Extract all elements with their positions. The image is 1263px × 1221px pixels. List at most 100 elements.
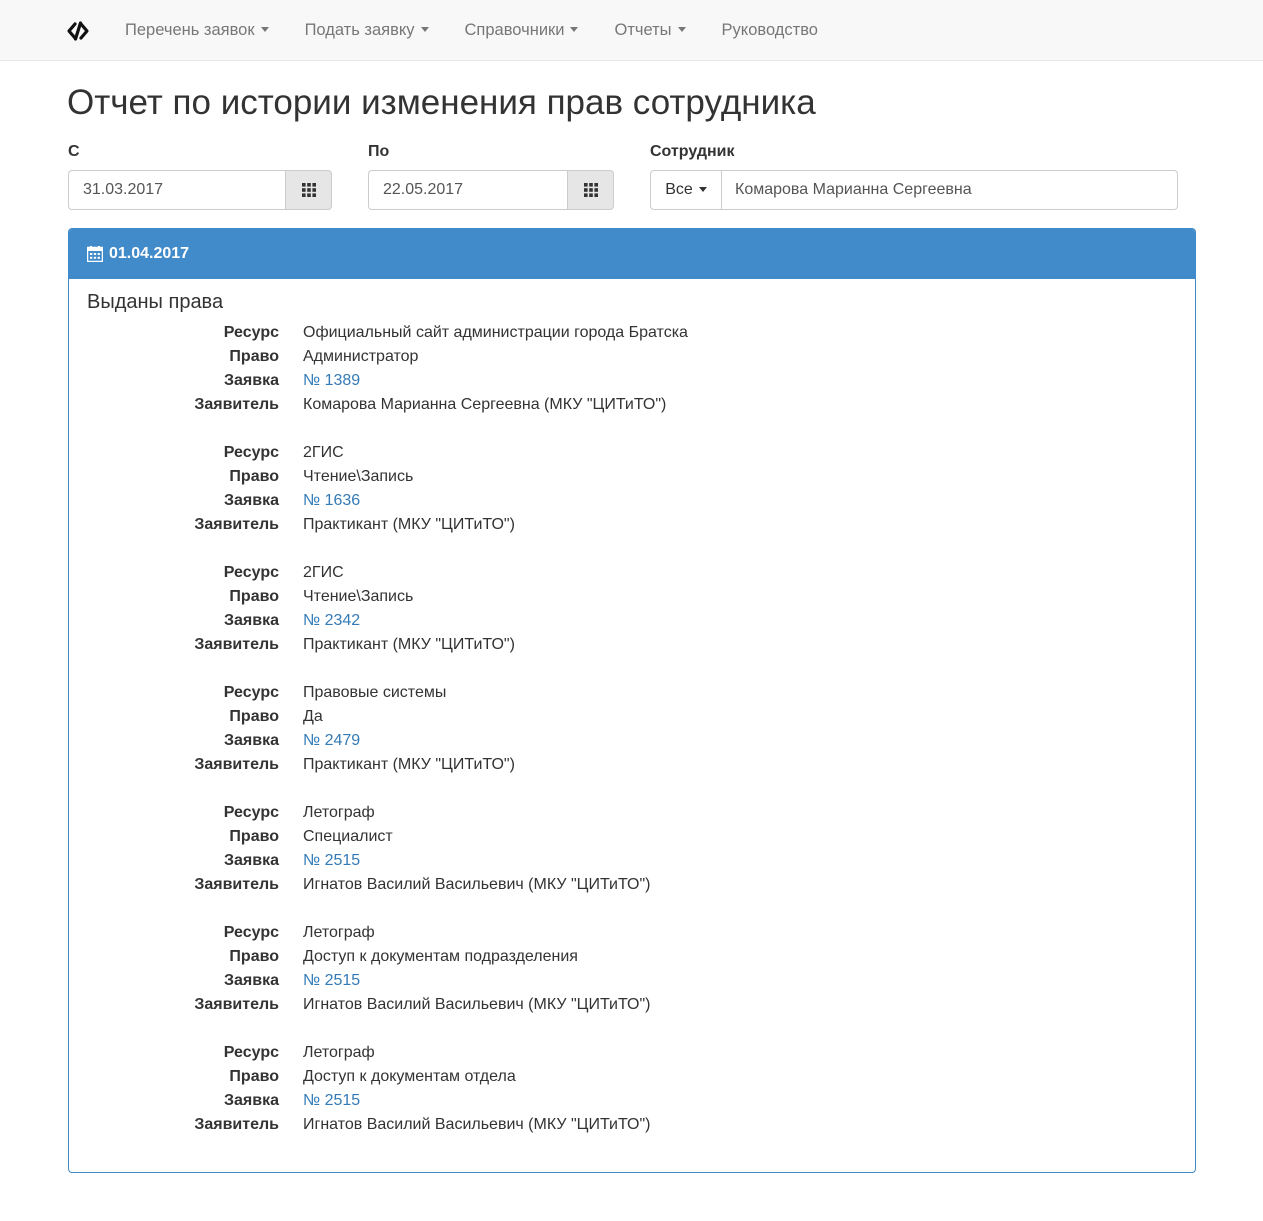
applicant-label: Заявитель — [194, 876, 279, 893]
calendar-grid-icon — [583, 183, 598, 197]
record-row-applicant: Заявитель Практикант (МКУ "ЦИТиТО") — [69, 753, 1195, 777]
right-value: Администратор — [303, 348, 419, 365]
record-row-applicant: Заявитель Комарова Марианна Сергеевна (МК… — [69, 393, 1195, 417]
caret-down-icon — [570, 27, 579, 33]
grant-record: Ресурс Летограф Право Специалист Заявка № 251… — [69, 801, 1195, 897]
applicant-value: Практикант (МКУ "ЦИТиТО") — [303, 516, 515, 533]
page-title: Отчет по истории изменения прав сотрудни… — [67, 83, 816, 122]
right-label: Право — [229, 828, 279, 845]
resource-label: Ресурс — [223, 324, 279, 341]
resource-value: Официальный сайт администрации города Бр… — [303, 324, 688, 341]
employee-scope-dropdown[interactable]: Все — [650, 170, 722, 210]
applicant-value: Игнатов Василий Васильевич (МКУ "ЦИТиТО"… — [303, 876, 651, 893]
resource-label: Ресурс — [223, 1044, 279, 1061]
request-link[interactable]: № 1389 — [303, 369, 360, 393]
to-date-input[interactable] — [368, 170, 567, 210]
record-row-request: Заявка № 2515 — [69, 1089, 1195, 1113]
record-row-request: Заявка № 1389 — [69, 369, 1195, 393]
right-label: Право — [229, 588, 279, 605]
record-row-resource: Ресурс Летограф — [69, 1041, 1195, 1065]
resource-label: Ресурс — [223, 804, 279, 821]
applicant-value: Практикант (МКУ "ЦИТиТО") — [303, 756, 515, 773]
request-link[interactable]: № 1636 — [303, 489, 360, 513]
record-row-resource: Ресурс Летограф — [69, 921, 1195, 945]
request-label: Заявка — [224, 612, 279, 629]
caret-down-icon — [260, 27, 269, 33]
panel-date: 01.04.2017 — [109, 245, 190, 262]
resource-value: 2ГИС — [303, 444, 344, 461]
nav-item-submit-request[interactable]: Подать заявку — [287, 0, 447, 60]
applicant-value: Игнатов Василий Васильевич (МКУ "ЦИТиТО"… — [303, 996, 651, 1013]
record-row-resource: Ресурс 2ГИС — [69, 441, 1195, 465]
from-date-picker-button[interactable] — [285, 170, 332, 210]
record-row-right: Право Чтение\Запись — [69, 465, 1195, 489]
request-label: Заявка — [224, 1092, 279, 1109]
from-date-group — [68, 170, 332, 210]
grant-record: Ресурс 2ГИС Право Чтение\Запись Заявка № 1636… — [69, 441, 1195, 537]
nav-item-label: Перечень заявок — [125, 21, 255, 39]
caret-down-icon — [420, 27, 429, 33]
record-row-request: Заявка № 2515 — [69, 969, 1195, 993]
record-row-resource: Ресурс Летограф — [69, 801, 1195, 825]
record-row-applicant: Заявитель Практикант (МКУ "ЦИТиТО") — [69, 633, 1195, 657]
nav-item-label: Отчеты — [614, 21, 672, 39]
resource-value: Летограф — [303, 1044, 375, 1061]
report-panel: 01.04.2017 Выданы права Ресурс Официальны… — [68, 228, 1196, 1173]
request-link[interactable]: № 2515 — [303, 969, 360, 993]
records-list: Ресурс Официальный сайт администрации гор… — [69, 321, 1195, 1161]
right-label: Право — [229, 468, 279, 485]
applicant-label: Заявитель — [194, 1116, 279, 1133]
record-row-applicant: Заявитель Игнатов Василий Васильевич (МКУ… — [69, 1113, 1195, 1137]
record-row-applicant: Заявитель Практикант (МКУ "ЦИТиТО") — [69, 513, 1195, 537]
request-link[interactable]: № 2479 — [303, 729, 360, 753]
from-date-input[interactable] — [68, 170, 285, 210]
right-value: Да — [303, 708, 323, 725]
nav-item-manual[interactable]: Руководство — [704, 0, 836, 60]
employee-group: Все — [650, 170, 1178, 210]
right-label: Право — [229, 1068, 279, 1085]
request-label: Заявка — [224, 972, 279, 989]
applicant-value: Практикант (МКУ "ЦИТиТО") — [303, 636, 515, 653]
record-row-request: Заявка № 2342 — [69, 609, 1195, 633]
request-label: Заявка — [224, 852, 279, 869]
logo-icon[interactable] — [66, 21, 90, 41]
record-row-request: Заявка № 2515 — [69, 849, 1195, 873]
grant-record: Ресурс Правовые системы Право Да Заявка № 247… — [69, 681, 1195, 777]
nav-item-label: Подать заявку — [304, 21, 415, 39]
nav-item-requests-list[interactable]: Перечень заявок — [107, 0, 287, 60]
employee-scope-label: Все — [665, 181, 693, 198]
applicant-label: Заявитель — [194, 996, 279, 1013]
to-date-group — [368, 170, 614, 210]
resource-value: Летограф — [303, 804, 375, 821]
caret-down-icon — [677, 27, 686, 33]
request-link[interactable]: № 2342 — [303, 609, 360, 633]
from-date-label: С — [68, 143, 80, 160]
record-row-right: Право Доступ к документам подразделения — [69, 945, 1195, 969]
record-row-resource: Ресурс 2ГИС — [69, 561, 1195, 585]
record-row-right: Право Администратор — [69, 345, 1195, 369]
nav-item-directories[interactable]: Справочники — [447, 0, 597, 60]
to-date-picker-button[interactable] — [567, 170, 614, 210]
nav-item-label: Руководство — [721, 21, 818, 39]
right-value: Специалист — [303, 828, 393, 845]
to-date-label: По — [368, 143, 390, 160]
record-row-request: Заявка № 1636 — [69, 489, 1195, 513]
record-row-resource: Ресурс Правовые системы — [69, 681, 1195, 705]
navbar: Перечень заявок Подать заявку Справочник… — [0, 0, 1263, 61]
request-link[interactable]: № 2515 — [303, 1089, 360, 1113]
section-title: Выданы права — [87, 291, 224, 313]
calendar-grid-icon — [301, 183, 316, 197]
applicant-value: Комарова Марианна Сергеевна (МКУ "ЦИТиТО… — [303, 396, 667, 413]
panel-heading: 01.04.2017 — [69, 229, 1195, 279]
record-row-right: Право Чтение\Запись — [69, 585, 1195, 609]
resource-value: 2ГИС — [303, 564, 344, 581]
resource-value: Правовые системы — [303, 684, 447, 701]
employee-input[interactable] — [722, 170, 1178, 210]
request-link[interactable]: № 2515 — [303, 849, 360, 873]
right-label: Право — [229, 708, 279, 725]
resource-label: Ресурс — [223, 684, 279, 701]
calendar-icon — [87, 246, 103, 262]
right-label: Право — [229, 948, 279, 965]
resource-label: Ресурс — [223, 924, 279, 941]
nav-item-reports[interactable]: Отчеты — [596, 0, 703, 60]
